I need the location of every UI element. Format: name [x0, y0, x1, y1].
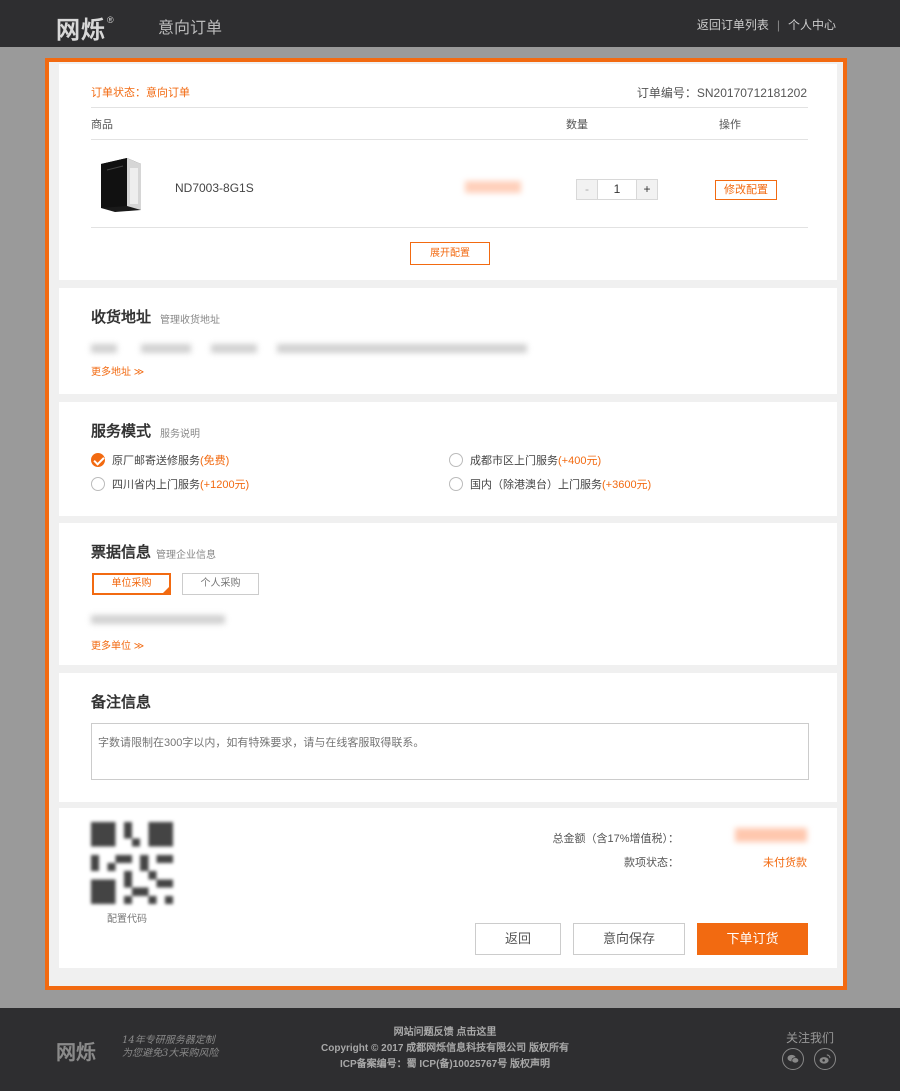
footer-info: 网站问题反馈 点击这里 Copyright © 2017 成都网烁信息科技有限公…: [300, 1025, 590, 1073]
divider: [91, 139, 808, 140]
site-logo[interactable]: 网烁®: [56, 10, 114, 45]
save-intent-button[interactable]: 意向保存: [573, 923, 685, 955]
tab-company-purchase[interactable]: 单位采购: [92, 573, 171, 595]
option-label: 成都市区上门服务: [470, 455, 558, 467]
note-textarea[interactable]: [91, 723, 809, 780]
wechat-icon[interactable]: [782, 1048, 804, 1070]
radio-icon: [91, 477, 105, 491]
order-card: 订单状态：意向订单 订单编号：SN20170712181202 商品 数量 操作…: [59, 64, 837, 280]
copyright-text: Copyright © 2017 成都网烁信息科技有限公司 版权所有: [321, 1043, 569, 1054]
col-header-product: 商品: [91, 119, 113, 131]
order-status: 订单状态：意向订单: [91, 87, 190, 99]
qty-increase-button[interactable]: +: [637, 180, 657, 199]
service-option-sichuan-onsite[interactable]: 四川省内上门服务 (+1200元): [91, 476, 249, 492]
company-info-blurred[interactable]: [91, 615, 225, 624]
manage-address-link[interactable]: 管理收货地址: [160, 311, 220, 326]
order-frame: 订单状态：意向订单 订单编号：SN20170712181202 商品 数量 操作…: [45, 58, 847, 990]
radio-checked-icon: [91, 453, 105, 467]
qr-label: 配置代码: [107, 914, 147, 925]
address-blurred[interactable]: [211, 344, 257, 353]
manage-company-link[interactable]: 管理企业信息: [156, 546, 216, 561]
back-to-order-list-link[interactable]: 返回订单列表: [697, 18, 769, 32]
page-title: 意向订单: [158, 20, 223, 37]
product-image[interactable]: [97, 156, 145, 214]
option-price: (免费): [200, 455, 230, 467]
col-header-qty: 数量: [566, 119, 588, 131]
footer: 网烁 14年专研服务器定制 为您避免3大采购风险 网站问题反馈 点击这里 Cop…: [0, 1008, 900, 1091]
expand-config-button[interactable]: 展开配置: [410, 242, 490, 265]
footer-logo[interactable]: 网烁: [56, 1036, 96, 1065]
invoice-card: 票据信息 管理企业信息 单位采购 个人采购 更多单位 ≫: [59, 523, 837, 665]
section-title-invoice: 票据信息: [91, 544, 152, 561]
service-option-factory-mail[interactable]: 原厂邮寄送修服务 (免费): [91, 452, 229, 468]
radio-icon: [449, 477, 463, 491]
option-label: 原厂邮寄送修服务: [112, 455, 200, 467]
total-amount-blurred: [735, 828, 807, 842]
more-company-link[interactable]: 更多单位 ≫: [91, 637, 144, 652]
divider: [91, 227, 808, 228]
product-name[interactable]: ND7003-8G1S: [175, 181, 254, 195]
radio-icon: [449, 453, 463, 467]
footer-slogan: 14年专研服务器定制 为您避免3大采购风险: [122, 1034, 218, 1060]
total-amount-label: 总金额（含17%增值税）：: [552, 833, 679, 845]
quantity-stepper: - 1 +: [576, 179, 658, 200]
place-order-button[interactable]: 下单订货: [697, 923, 808, 955]
qty-decrease-button[interactable]: -: [577, 180, 597, 199]
service-info-link[interactable]: 服务说明: [160, 425, 200, 440]
address-card: 收货地址 管理收货地址 更多地址 ≫: [59, 288, 837, 394]
top-header: 网烁® 意向订单 返回订单列表 | 个人中心: [0, 0, 900, 47]
slogan-line: 14年专研服务器定制: [122, 1035, 215, 1046]
service-card: 服务模式 服务说明 原厂邮寄送修服务 (免费) 成都市区上门服务 (+400元) 四…: [59, 402, 837, 516]
modify-config-button[interactable]: 修改配置: [715, 180, 777, 200]
top-nav: 返回订单列表 | 个人中心: [697, 16, 836, 33]
feedback-link[interactable]: 网站问题反馈 点击这里: [394, 1027, 497, 1038]
tab-personal-purchase[interactable]: 个人采购: [182, 573, 259, 595]
address-blurred[interactable]: [277, 344, 527, 353]
col-header-action: 操作: [719, 119, 741, 131]
section-title-address: 收货地址: [91, 309, 152, 326]
note-card: 备注信息: [59, 673, 837, 802]
option-label: 四川省内上门服务: [112, 479, 200, 491]
user-center-link[interactable]: 个人中心: [788, 18, 836, 32]
service-option-national-onsite[interactable]: 国内（除港澳台）上门服务 (+3600元): [449, 476, 651, 492]
option-price: (+1200元): [200, 479, 250, 491]
service-option-chengdu-onsite[interactable]: 成都市区上门服务 (+400元): [449, 452, 601, 468]
summary-card: 配置代码 总金额（含17%增值税）： 款项状态： 未付货款 返回 意向保存 下单…: [59, 808, 837, 968]
back-button[interactable]: 返回: [475, 923, 561, 955]
weibo-icon[interactable]: [814, 1048, 836, 1070]
icp-text[interactable]: ICP备案编号：蜀 ICP(备)10025767号 版权声明: [300, 1057, 590, 1073]
product-price-blurred: [465, 181, 521, 193]
more-address-link[interactable]: 更多地址 ≫: [91, 363, 144, 378]
qty-input[interactable]: 1: [597, 180, 637, 199]
section-title-note: 备注信息: [91, 694, 152, 711]
option-price: (+3600元): [602, 479, 652, 491]
option-label: 国内（除港澳台）上门服务: [470, 479, 602, 491]
option-price: (+400元): [558, 455, 602, 467]
follow-us-label: 关注我们: [786, 1031, 835, 1045]
order-number: 订单编号：SN20170712181202: [636, 86, 807, 100]
payment-status-label: 款项状态：: [624, 857, 679, 869]
address-blurred[interactable]: [91, 344, 117, 353]
payment-status-value: 未付货款: [763, 857, 807, 869]
slogan-line: 为您避免3大采购风险: [122, 1048, 219, 1059]
divider: [91, 107, 808, 108]
config-qr-code: [91, 822, 173, 904]
section-title-service: 服务模式: [91, 423, 152, 440]
nav-separator: |: [776, 18, 780, 32]
address-blurred[interactable]: [141, 344, 191, 353]
